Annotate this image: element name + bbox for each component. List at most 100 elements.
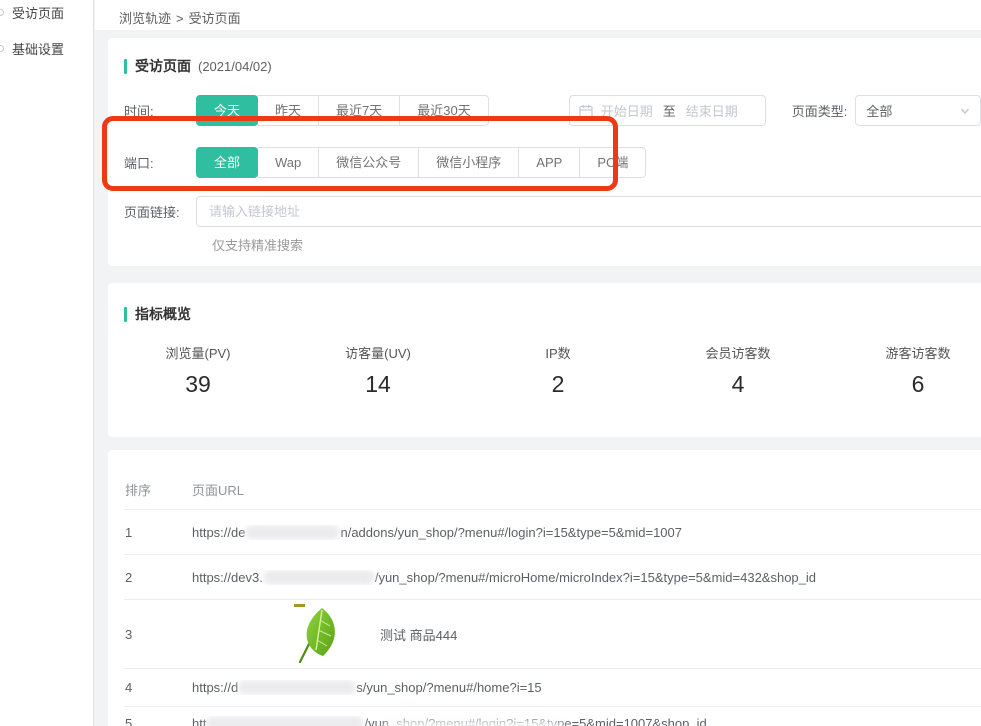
page-type-label: 页面类型:	[792, 101, 848, 120]
metrics-title: 指标概览	[135, 304, 191, 324]
breadcrumb-parent[interactable]: 浏览轨迹	[119, 11, 171, 26]
metric-label: 会员访客数	[648, 343, 828, 362]
breadcrumb: 浏览轨迹 > 受访页面	[95, 0, 981, 27]
top-bar: 浏览轨迹 > 受访页面	[95, 0, 981, 30]
port-button-wechat-mini[interactable]: 微信小程序	[418, 147, 519, 178]
menu-dot-icon	[0, 9, 4, 16]
product-cell: 测试 商品444	[192, 604, 981, 664]
url-text: /yun_shop/?menu#/microHome/microIndex?i=…	[375, 570, 816, 585]
filter-card-title: 受访页面 (2021/04/02)	[124, 56, 272, 76]
title-date: (2021/04/02)	[198, 59, 272, 74]
metric-guest-visitors: 游客访客数 6	[828, 343, 981, 398]
metric-ip: IP数 2	[468, 343, 648, 398]
metric-label: 浏览量(PV)	[108, 343, 288, 362]
table-row[interactable]: 3	[124, 600, 981, 669]
rank-cell: 3	[124, 627, 192, 642]
metrics-card: 指标概览 浏览量(PV) 39 访客量(UV) 14 IP数 2 会员访客数 4…	[108, 283, 981, 437]
breadcrumb-separator: >	[176, 11, 184, 26]
table-row[interactable]: 4 https://d s/yun_shop/?menu#/home?i=15	[124, 669, 981, 707]
url-cell: https://d s/yun_shop/?menu#/home?i=15	[192, 680, 981, 695]
metric-value: 4	[648, 371, 828, 398]
metric-value: 6	[828, 371, 981, 398]
product-image	[292, 604, 342, 664]
date-range-picker[interactable]: 开始日期 至 结束日期	[569, 95, 766, 126]
metric-label: 访客量(UV)	[288, 343, 468, 362]
table-row[interactable]: 5 htt/yun_shop/?menu#/login?i=15&type=5&…	[124, 707, 981, 726]
sidebar-item-label: 基础设置	[12, 39, 64, 58]
page-link-row: 页面链接:	[124, 196, 981, 227]
port-button-app[interactable]: APP	[518, 147, 580, 178]
table-header-row: 排序 页面URL	[124, 470, 981, 510]
metrics-card-title: 指标概览	[124, 304, 191, 324]
metric-label: IP数	[468, 343, 648, 362]
time-button-today[interactable]: 今天	[196, 95, 258, 126]
redacted-blur	[263, 570, 375, 585]
port-button-wechat-official[interactable]: 微信公众号	[318, 147, 419, 178]
url-text: https://de	[192, 525, 245, 540]
url-cell: htt/yun_shop/?menu#/login?i=15&type=5&mi…	[192, 716, 981, 726]
page-link-hint: 仅支持精准搜索	[212, 235, 303, 254]
metric-value: 39	[108, 371, 288, 398]
breadcrumb-current: 受访页面	[189, 11, 241, 26]
port-button-wap[interactable]: Wap	[257, 147, 319, 178]
page-type-value: 全部	[866, 101, 892, 120]
time-button-last7days[interactable]: 最近7天	[318, 95, 400, 126]
rank-cell: 1	[124, 525, 192, 540]
filter-card: 受访页面 (2021/04/02) 时间: 今天 昨天 最近7天 最近30天 开…	[108, 38, 981, 266]
url-text: /yun_shop/?menu#/login?i=15&type=5&mid=1…	[364, 716, 706, 726]
product-name: 测试 商品444	[380, 625, 457, 644]
port-filter-row: 端口: 全部 Wap 微信公众号 微信小程序 APP PC端	[124, 147, 981, 178]
redacted-blur	[245, 525, 340, 540]
metrics-row: 浏览量(PV) 39 访客量(UV) 14 IP数 2 会员访客数 4 游客访客…	[108, 343, 981, 398]
url-text: htt	[192, 716, 206, 726]
metric-label: 游客访客数	[828, 343, 981, 362]
leaf-icon	[292, 604, 342, 664]
page-link-label: 页面链接:	[124, 202, 196, 221]
port-button-pc[interactable]: PC端	[579, 147, 646, 178]
redacted-blur	[238, 680, 356, 695]
rank-cell: 2	[124, 570, 192, 585]
sidebar-item-basic-settings[interactable]: 基础设置	[0, 39, 93, 57]
metric-uv: 访客量(UV) 14	[288, 343, 468, 398]
url-table: 排序 页面URL 1 https://de n/addons/yun_shop/?…	[124, 470, 981, 726]
time-filter-label: 时间:	[124, 101, 196, 120]
calendar-icon	[579, 104, 593, 118]
menu-dot-icon	[0, 45, 4, 52]
port-button-group: 全部 Wap 微信公众号 微信小程序 APP PC端	[196, 147, 646, 178]
title-accent-bar	[124, 307, 127, 322]
sidebar-item-label: 受访页面	[12, 3, 64, 22]
metric-pv: 浏览量(PV) 39	[108, 343, 288, 398]
leaf-stem-mark	[294, 604, 305, 607]
time-button-last30days[interactable]: 最近30天	[399, 95, 488, 126]
end-date-placeholder[interactable]: 结束日期	[686, 101, 738, 120]
url-text: n/addons/yun_shop/?menu#/login?i=15&type…	[340, 525, 682, 540]
page-type-select[interactable]: 全部	[855, 95, 981, 126]
url-cell: https://dev3. /yun_shop/?menu#/microHome/…	[192, 570, 981, 585]
table-row[interactable]: 1 https://de n/addons/yun_shop/?menu#/log…	[124, 510, 981, 555]
table-row[interactable]: 2 https://dev3. /yun_shop/?menu#/microHom…	[124, 555, 981, 600]
column-header-url: 页面URL	[192, 480, 981, 499]
sidebar-item-visited-pages[interactable]: 受访页面	[0, 3, 93, 21]
chevron-down-icon	[960, 106, 970, 116]
rank-cell: 4	[124, 680, 192, 695]
sidebar: 受访页面 基础设置	[0, 0, 94, 726]
url-text: https://d	[192, 680, 238, 695]
url-text: s/yun_shop/?menu#/home?i=15	[356, 680, 541, 695]
page-title: 受访页面	[135, 56, 191, 76]
rank-cell: 5	[124, 716, 192, 726]
url-cell: https://de n/addons/yun_shop/?menu#/login…	[192, 525, 981, 540]
port-button-all[interactable]: 全部	[196, 147, 258, 178]
time-filter-row: 时间: 今天 昨天 最近7天 最近30天 开始日期 至 结束日期 页面类型: 全…	[124, 95, 981, 126]
title-accent-bar	[124, 59, 127, 74]
start-date-placeholder[interactable]: 开始日期	[601, 101, 653, 120]
metric-value: 14	[288, 371, 468, 398]
url-table-card: 排序 页面URL 1 https://de n/addons/yun_shop/?…	[108, 450, 981, 726]
page-link-input[interactable]	[196, 196, 981, 227]
url-text: https://dev3.	[192, 570, 263, 585]
column-header-rank: 排序	[124, 480, 192, 499]
metric-member-visitors: 会员访客数 4	[648, 343, 828, 398]
date-range-separator: 至	[663, 101, 676, 120]
time-button-group: 今天 昨天 最近7天 最近30天	[196, 95, 489, 126]
time-button-yesterday[interactable]: 昨天	[257, 95, 319, 126]
port-filter-label: 端口:	[124, 153, 196, 172]
